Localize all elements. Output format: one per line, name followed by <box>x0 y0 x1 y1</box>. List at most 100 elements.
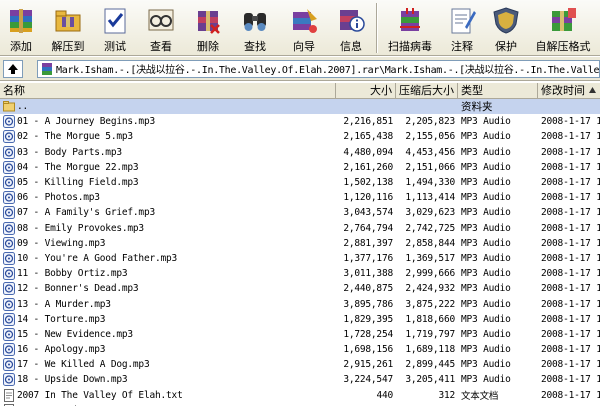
file-modified: 2008-1-17 14: <box>541 389 600 401</box>
table-row[interactable]: 03 - Body Parts.mp3 4,480,094 4,453,456 MP3… <box>0 145 600 160</box>
column-packed-header[interactable]: 压缩后大小 <box>396 83 458 99</box>
column-name-header[interactable]: 名称 <box>0 83 336 99</box>
wizard-icon <box>288 4 320 36</box>
file-type: MP3 Audio <box>461 192 511 204</box>
file-name: 07 - A Family's Grief.mp3 <box>17 207 155 219</box>
comment-button[interactable]: 注释 <box>440 0 484 56</box>
file-type: MP3 Audio <box>461 237 511 249</box>
path-field[interactable]: Mark.Isham.-.[决战以拉谷.-.In.The.Valley.Of.E… <box>37 59 600 78</box>
file-type: MP3 Audio <box>461 252 511 264</box>
sort-up-icon <box>589 87 596 93</box>
file-name-cell: 07 - A Family's Grief.mp3 <box>0 206 336 219</box>
folder-icon <box>3 101 15 112</box>
file-type: MP3 Audio <box>461 116 511 128</box>
comment-label: 注释 <box>451 40 473 53</box>
table-row[interactable]: 10 - You're A Good Father.mp3 1,377,176 1,… <box>0 251 600 266</box>
parent-folder-type: 资料夹 <box>461 101 493 114</box>
file-packed-size: 1,719,797 <box>405 328 455 340</box>
file-size: 1,120,116 <box>343 192 393 204</box>
file-name: 04 - The Morgue 22.mp3 <box>17 161 139 173</box>
file-packed-size: 2,899,445 <box>405 359 455 371</box>
up-folder-button[interactable] <box>3 59 23 78</box>
scan-virus-icon <box>394 4 426 36</box>
protect-label: 保护 <box>495 40 517 53</box>
file-name: 10 - You're A Good Father.mp3 <box>17 252 178 264</box>
file-modified: 2008-1-17 14: <box>541 161 600 173</box>
table-row[interactable]: 18 - Upside Down.mp3 3,224,547 3,205,411 MP… <box>0 372 600 387</box>
file-name: 2007 In The Valley Of Elah.txt <box>17 389 183 401</box>
column-header: 名称 大小 压缩后大小 类型 修改时间 <box>0 83 600 99</box>
file-name-cell: 04 - The Morgue 22.mp3 <box>0 161 336 174</box>
file-type: 文本文档 <box>461 391 499 403</box>
table-row[interactable]: 14 - Torture.mp3 1,829,395 1,818,660 MP3 Au… <box>0 312 600 327</box>
table-row[interactable]: 05 - Killing Field.mp3 1,502,138 1,494,330… <box>0 175 600 190</box>
wizard-label: 向导 <box>293 40 315 53</box>
audio-file-icon <box>3 222 15 235</box>
extract-to-button[interactable]: 解压到 <box>42 0 94 56</box>
find-icon <box>239 4 271 36</box>
file-packed-size: 1,369,517 <box>405 252 455 264</box>
audio-file-icon <box>3 206 15 219</box>
file-name-cell: 16 - Apology.mp3 <box>0 343 336 356</box>
add-button[interactable]: 添加 <box>0 0 42 56</box>
file-name-cell: 05 - Killing Field.mp3 <box>0 176 336 189</box>
table-row[interactable]: 04 - The Morgue 22.mp3 2,161,260 2,151,066… <box>0 160 600 175</box>
audio-file-icon <box>3 115 15 128</box>
file-type: MP3 Audio <box>461 344 511 356</box>
file-size: 1,829,395 <box>343 313 393 325</box>
table-row[interactable]: 07 - A Family's Grief.mp3 3,043,574 3,029,… <box>0 205 600 220</box>
view-button[interactable]: 查看 <box>136 0 186 56</box>
file-size: 440 <box>376 389 393 401</box>
column-size-header[interactable]: 大小 <box>336 83 396 99</box>
path-text: Mark.Isham.-.[决战以拉谷.-.In.The.Valley.Of.E… <box>56 65 600 76</box>
file-name-cell: 14 - Torture.mp3 <box>0 313 336 326</box>
file-size: 1,728,254 <box>343 328 393 340</box>
protect-button[interactable]: 保护 <box>484 0 528 56</box>
table-row[interactable]: 17 - We Killed A Dog.mp3 2,915,261 2,899,4… <box>0 357 600 372</box>
file-type: MP3 Audio <box>461 328 511 340</box>
table-row[interactable]: 15 - New Evidence.mp3 1,728,254 1,719,797 M… <box>0 327 600 342</box>
table-row[interactable]: 2007 In The Valley Of Elah.txt 440 312 文本文档… <box>0 388 600 403</box>
file-type: MP3 Audio <box>461 177 511 189</box>
scan-virus-button[interactable]: 扫描病毒 <box>380 0 440 56</box>
column-type-header[interactable]: 类型 <box>458 83 538 99</box>
file-size: 3,011,388 <box>343 268 393 280</box>
file-modified: 2008-1-17 14: <box>541 116 600 128</box>
parent-folder-row[interactable]: .. 资料夹 <box>0 99 600 115</box>
column-modified-header[interactable]: 修改时间 <box>538 83 600 99</box>
test-button[interactable]: 测试 <box>94 0 136 56</box>
table-row[interactable]: 01 - A Journey Begins.mp3 2,216,851 2,205,… <box>0 114 600 129</box>
file-type: MP3 Audio <box>461 146 511 158</box>
table-row[interactable]: 13 - A Murder.mp3 3,895,786 3,875,222 MP3 A… <box>0 296 600 311</box>
table-row[interactable]: 12 - Bonner's Dead.mp3 2,440,875 2,424,932… <box>0 281 600 296</box>
file-size: 2,881,397 <box>343 237 393 249</box>
file-size: 2,764,794 <box>343 222 393 234</box>
file-size: 2,915,261 <box>343 359 393 371</box>
audio-file-icon <box>3 343 15 356</box>
file-type: MP3 Audio <box>461 268 511 280</box>
file-packed-size: 3,205,411 <box>405 374 455 386</box>
info-button[interactable]: 信息 <box>328 0 374 56</box>
find-button[interactable]: 查找 <box>230 0 280 56</box>
delete-button[interactable]: 删除 <box>186 0 230 56</box>
table-row[interactable]: 16 - Apology.mp3 1,698,156 1,689,118 MP3 Au… <box>0 342 600 357</box>
parent-folder-name-cell: .. <box>0 100 336 113</box>
file-type: MP3 Audio <box>461 222 511 234</box>
file-name-cell: 09 - Viewing.mp3 <box>0 237 336 250</box>
file-modified: 2008-1-17 14: <box>541 146 600 158</box>
file-name-cell: 17 - We Killed A Dog.mp3 <box>0 358 336 371</box>
delete-icon <box>192 4 224 36</box>
file-name-cell: 10 - You're A Good Father.mp3 <box>0 252 336 265</box>
table-row[interactable]: 08 - Emily Provokes.mp3 2,764,794 2,742,72… <box>0 221 600 236</box>
table-row[interactable]: 06 - Photos.mp3 1,120,116 1,113,414 MP3 Aud… <box>0 190 600 205</box>
wizard-button[interactable]: 向导 <box>280 0 328 56</box>
table-row[interactable]: 09 - Viewing.mp3 2,881,397 2,858,844 MP3 Au… <box>0 236 600 251</box>
file-packed-size: 2,151,066 <box>405 161 455 173</box>
sfx-button[interactable]: 自解压格式 <box>528 0 598 56</box>
file-packed-size: 2,424,932 <box>405 283 455 295</box>
parent-folder-name: .. <box>17 101 29 113</box>
audio-file-icon <box>3 313 15 326</box>
table-row[interactable]: 02 - The Morgue 5.mp3 2,165,438 2,155,056 M… <box>0 129 600 144</box>
file-name: 13 - A Murder.mp3 <box>17 298 111 310</box>
table-row[interactable]: 11 - Bobby Ortiz.mp3 3,011,388 2,999,666 MP… <box>0 266 600 281</box>
